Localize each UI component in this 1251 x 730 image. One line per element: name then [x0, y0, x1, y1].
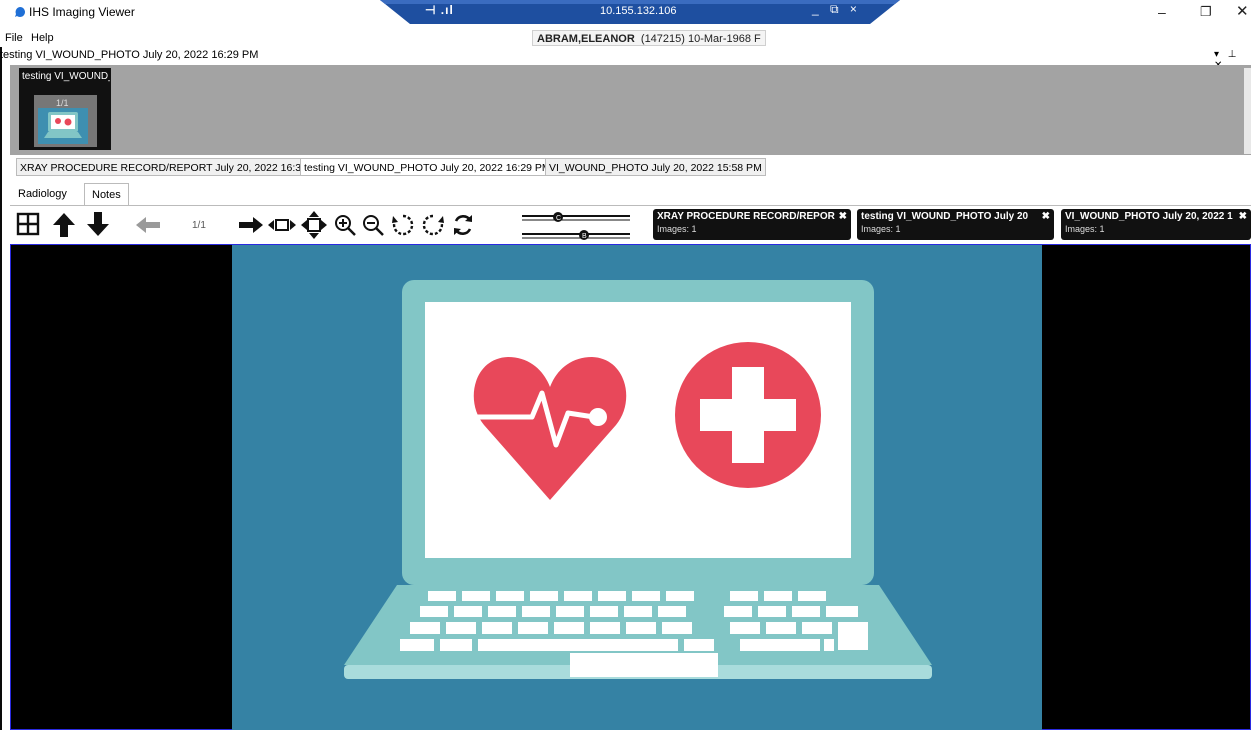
- signal-icon: ⊣ .ıl: [425, 3, 454, 17]
- series-chip-testing-wound[interactable]: testing VI_WOUND_PHOTO July 20 Images: 1…: [857, 209, 1054, 240]
- thumbnail-label: testing VI_WOUND_: [22, 71, 110, 82]
- fit-width-icon[interactable]: [267, 214, 297, 236]
- series-chip-title: XRAY PROCEDURE RECORD/REPOR: [657, 211, 835, 222]
- svg-text:B: B: [582, 233, 587, 240]
- close-icon[interactable]: ✖: [1239, 211, 1247, 222]
- current-image-header: testing VI_WOUND_PHOTO July 20, 2022 16:…: [0, 49, 259, 61]
- thumbnail-image[interactable]: [38, 108, 88, 144]
- thumbnail-count: 1/1: [56, 98, 69, 108]
- minimize-button[interactable]: –: [1158, 4, 1166, 20]
- series-chip-images: Images: 1: [1065, 224, 1105, 234]
- arrow-up-icon[interactable]: [52, 212, 76, 238]
- series-chip-title: VI_WOUND_PHOTO July 20, 2022 1: [1065, 211, 1233, 222]
- reset-rotation-icon[interactable]: [451, 213, 475, 237]
- thumbnail-scrollbar[interactable]: [1244, 68, 1251, 154]
- remote-ip: 10.155.132.106: [600, 5, 677, 17]
- zoom-out-icon[interactable]: [362, 214, 384, 236]
- arrow-left-icon[interactable]: [135, 216, 161, 234]
- rotate-right-icon[interactable]: [421, 213, 445, 237]
- close-button[interactable]: ✕: [1236, 2, 1249, 20]
- rotate-left-icon[interactable]: [391, 213, 415, 237]
- menu-help[interactable]: Help: [31, 32, 54, 44]
- fit-all-icon[interactable]: [300, 210, 328, 240]
- arrow-right-icon[interactable]: [238, 216, 264, 234]
- patient-info: ABRAM,ELEANOR (147215) 10-Mar-1968 F: [532, 30, 766, 46]
- series-chip-title: testing VI_WOUND_PHOTO July 20: [861, 211, 1029, 222]
- window-edge: [0, 0, 2, 730]
- zoom-in-icon[interactable]: [334, 214, 356, 236]
- thumbnail-strip: [10, 65, 1251, 155]
- wound-photo-image[interactable]: [232, 245, 1042, 730]
- close-icon[interactable]: ✖: [1042, 211, 1050, 222]
- series-chip-wound[interactable]: VI_WOUND_PHOTO July 20, 2022 1 Images: 1…: [1061, 209, 1251, 240]
- brightness-contrast-slider[interactable]: C B: [520, 208, 632, 242]
- tab-notes[interactable]: Notes: [84, 183, 129, 205]
- app-icon: [15, 7, 25, 17]
- doc-tab-wound[interactable]: VI_WOUND_PHOTO July 20, 2022 15:58 PM: [545, 158, 766, 176]
- series-chip-images: Images: 1: [657, 224, 697, 234]
- layout-grid-icon[interactable]: [16, 212, 40, 236]
- series-chip-images: Images: 1: [861, 224, 901, 234]
- maximize-button[interactable]: ❐: [1200, 4, 1212, 20]
- patient-details: (147215) 10-Mar-1968 F: [640, 33, 761, 45]
- close-icon[interactable]: ✖: [839, 211, 847, 222]
- patient-name: ABRAM,ELEANOR: [537, 33, 635, 45]
- doc-tab-xray[interactable]: XRAY PROCEDURE RECORD/REPORT July 20, 20…: [16, 158, 330, 176]
- svg-text:C: C: [556, 215, 561, 222]
- remote-window-controls[interactable]: _ ⧉ ×: [812, 2, 861, 17]
- series-chip-xray[interactable]: XRAY PROCEDURE RECORD/REPOR Images: 1 ✖: [653, 209, 851, 240]
- doc-tab-testing-wound[interactable]: testing VI_WOUND_PHOTO July 20, 2022 16:…: [300, 158, 555, 176]
- page-counter: 1/1: [192, 220, 206, 231]
- arrow-down-icon[interactable]: [86, 211, 110, 237]
- menu-file[interactable]: File: [5, 32, 23, 44]
- tab-radiology[interactable]: Radiology: [11, 183, 74, 205]
- app-title: IHS Imaging Viewer: [29, 5, 135, 19]
